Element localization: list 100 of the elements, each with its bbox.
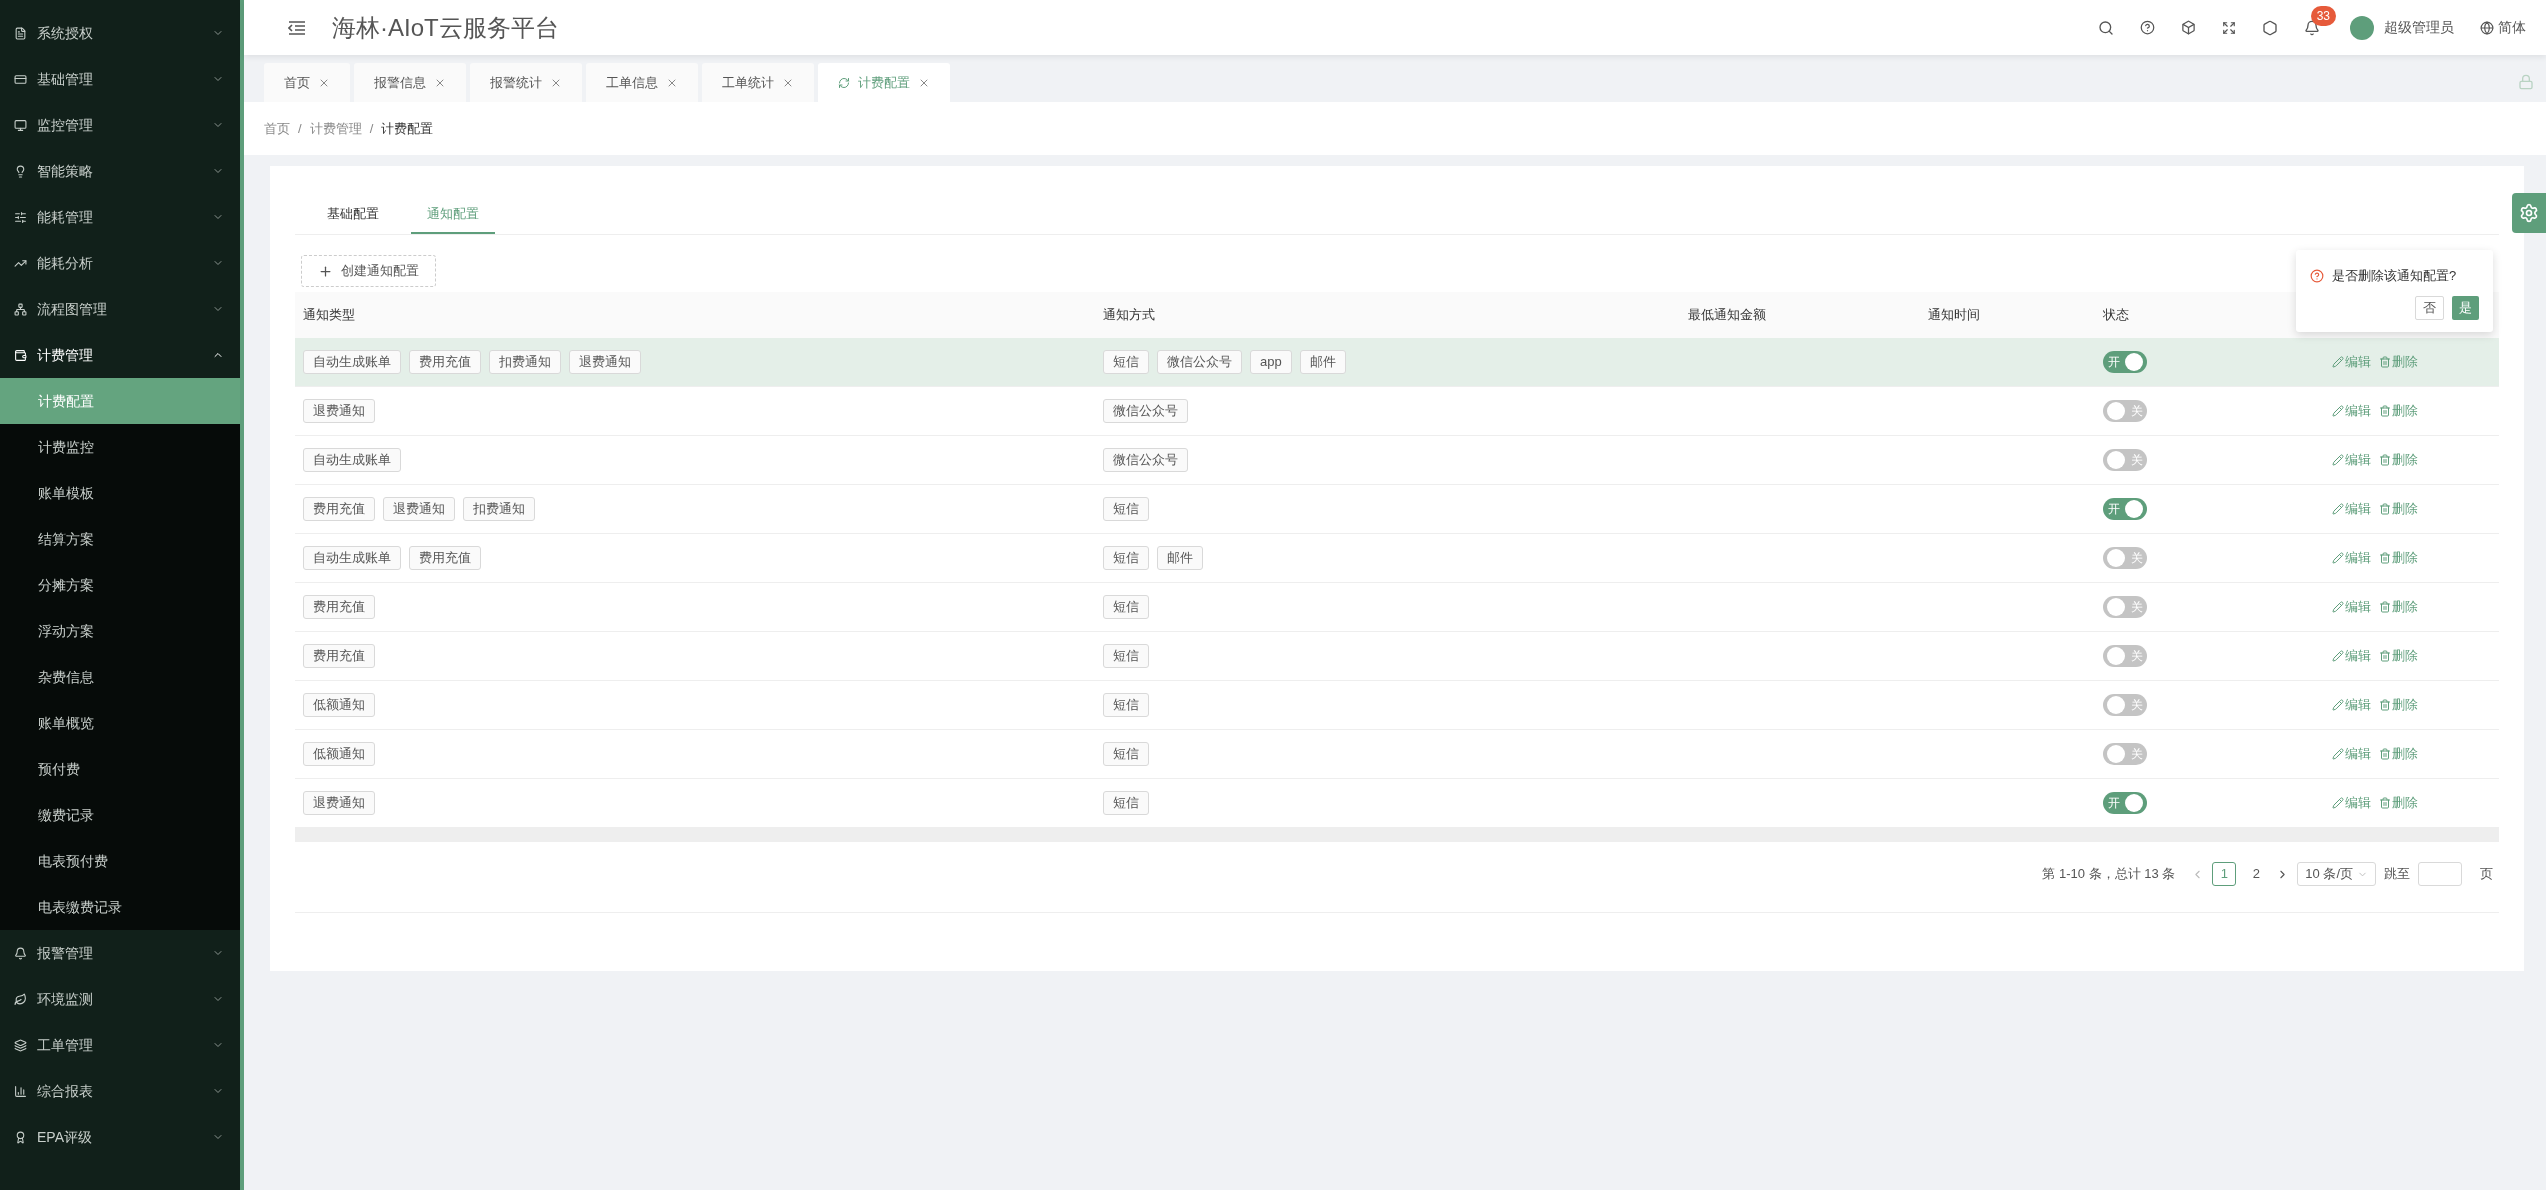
tag: 短信	[1103, 497, 1149, 521]
sidebar-group[interactable]: EPA评级	[0, 1114, 240, 1160]
page-tab[interactable]: 报警信息	[354, 63, 466, 102]
delete-link[interactable]: 删除	[2379, 646, 2418, 666]
sidebar-group[interactable]: 工单管理	[0, 1022, 240, 1068]
help-icon[interactable]	[2140, 20, 2155, 35]
sidebar-item[interactable]: 杂费信息	[0, 654, 240, 700]
sidebar-item[interactable]: 预付费	[0, 746, 240, 792]
tag: app	[1250, 350, 1292, 374]
cube-icon[interactable]	[2181, 20, 2196, 35]
create-button[interactable]: 创建通知配置	[301, 255, 436, 287]
sidebar-item[interactable]: 电表缴费记录	[0, 884, 240, 930]
sidebar-item[interactable]: 账单概览	[0, 700, 240, 746]
cancel-button[interactable]: 否	[2415, 295, 2444, 320]
status-switch[interactable]: 开	[2103, 351, 2147, 373]
page-tab[interactable]: 计费配置	[818, 63, 950, 102]
sidebar-group[interactable]: 报警管理	[0, 930, 240, 976]
settings-button[interactable]	[2512, 193, 2546, 233]
tag: 邮件	[1299, 350, 1346, 374]
pencil-icon	[2332, 601, 2344, 613]
edit-link[interactable]: 编辑	[2332, 499, 2371, 519]
sidebar-item[interactable]: 计费监控	[0, 424, 240, 470]
delete-link[interactable]: 删除	[2379, 499, 2418, 519]
column-header: 通知时间	[1927, 306, 1981, 325]
config-tab[interactable]: 通知配置	[411, 196, 495, 234]
delete-link[interactable]: 删除	[2379, 401, 2418, 421]
tag: 短信	[1103, 742, 1149, 766]
sidebar-item[interactable]: 缴费记录	[0, 792, 240, 838]
pencil-icon	[2332, 405, 2344, 417]
sidebar-group[interactable]: 综合报表	[0, 1068, 240, 1114]
breadcrumb-item[interactable]: 首页	[264, 118, 290, 139]
status-switch[interactable]: 开	[2103, 498, 2147, 520]
sidebar-group[interactable]: 系统授权	[0, 10, 240, 56]
delete-link[interactable]: 删除	[2379, 744, 2418, 764]
fullscreen-icon[interactable]	[2222, 20, 2236, 35]
tag: 扣费通知	[463, 497, 535, 521]
page-tab[interactable]: 首页	[264, 63, 350, 102]
edit-link[interactable]: 编辑	[2332, 744, 2371, 764]
notification-icon[interactable]	[2304, 19, 2320, 36]
confirm-button[interactable]: 是	[2452, 295, 2479, 320]
edit-link[interactable]: 编辑	[2332, 450, 2371, 470]
edit-link[interactable]: 编辑	[2332, 548, 2371, 568]
card-icon	[14, 72, 27, 86]
tag: 扣费通知	[489, 350, 561, 374]
hexagon-icon[interactable]	[2262, 19, 2278, 36]
sidebar-group[interactable]: 监控管理	[0, 102, 240, 148]
tag: 短信	[1103, 546, 1149, 570]
column-header: 通知类型	[302, 306, 356, 325]
breadcrumb-item[interactable]: 计费管理	[309, 118, 362, 139]
sidebar-item[interactable]: 账单模板	[0, 470, 240, 516]
delete-link[interactable]: 删除	[2379, 793, 2418, 813]
edit-link[interactable]: 编辑	[2332, 793, 2371, 813]
delete-link[interactable]: 删除	[2379, 695, 2418, 715]
avatar[interactable]	[2350, 15, 2374, 40]
sidebar-group[interactable]: 能耗分析	[0, 240, 240, 286]
edit-link[interactable]: 编辑	[2332, 646, 2371, 666]
leaf-icon	[14, 992, 27, 1006]
tag: 短信	[1103, 693, 1149, 717]
menu-fold-icon[interactable]	[288, 19, 306, 36]
sidebar-group[interactable]: 流程图管理	[0, 286, 240, 332]
trash-icon	[2379, 650, 2391, 662]
sidebar-item[interactable]: 分摊方案	[0, 562, 240, 608]
edit-link[interactable]: 编辑	[2332, 695, 2371, 715]
delete-link[interactable]: 删除	[2379, 352, 2418, 372]
tag: 费用充值	[303, 595, 375, 619]
tag: 低额通知	[303, 742, 375, 766]
page-button[interactable]: 2	[2244, 862, 2269, 886]
page-tab[interactable]: 工单统计	[702, 63, 814, 102]
trash-icon	[2379, 699, 2391, 711]
edit-link[interactable]: 编辑	[2332, 597, 2371, 617]
language-selector[interactable]: 简体	[2498, 17, 2526, 38]
refresh-icon	[838, 76, 850, 89]
edit-link[interactable]: 编辑	[2332, 401, 2371, 421]
pencil-icon	[2332, 454, 2344, 466]
page-tab[interactable]: 报警统计	[470, 63, 582, 102]
status-switch[interactable]: 开	[2103, 792, 2147, 814]
sidebar-group[interactable]: 环境监测	[0, 976, 240, 1022]
sidebar-item[interactable]: 电表预付费	[0, 838, 240, 884]
sidebar-group[interactable]: 智能策略	[0, 148, 240, 194]
warning-icon	[2310, 268, 2324, 283]
page-tab[interactable]: 工单信息	[586, 63, 698, 102]
edit-link[interactable]: 编辑	[2332, 352, 2371, 372]
config-tab[interactable]: 基础配置	[311, 196, 395, 234]
delete-link[interactable]: 删除	[2379, 597, 2418, 617]
bulb-icon	[14, 164, 27, 178]
pagination-summary: 第 1-10 条，总计 13 条	[2042, 865, 2176, 884]
sidebar-group[interactable]: 基础管理	[0, 56, 240, 102]
user-name[interactable]: 超级管理员	[2384, 17, 2454, 38]
page-size-select[interactable]: 10 条/页	[2297, 862, 2376, 886]
delete-link[interactable]: 删除	[2379, 450, 2418, 470]
delete-link[interactable]: 删除	[2379, 548, 2418, 568]
sidebar-item[interactable]: 计费配置	[0, 378, 240, 424]
sidebar-item[interactable]: 结算方案	[0, 516, 240, 562]
tag: 微信公众号	[1103, 399, 1188, 423]
page-button[interactable]: 1	[2212, 862, 2237, 886]
sidebar-group[interactable]: 能耗管理	[0, 194, 240, 240]
search-icon[interactable]	[2098, 19, 2114, 36]
jump-input[interactable]	[2418, 862, 2462, 886]
sidebar-group[interactable]: 计费管理	[0, 332, 240, 378]
sidebar-item[interactable]: 浮动方案	[0, 608, 240, 654]
